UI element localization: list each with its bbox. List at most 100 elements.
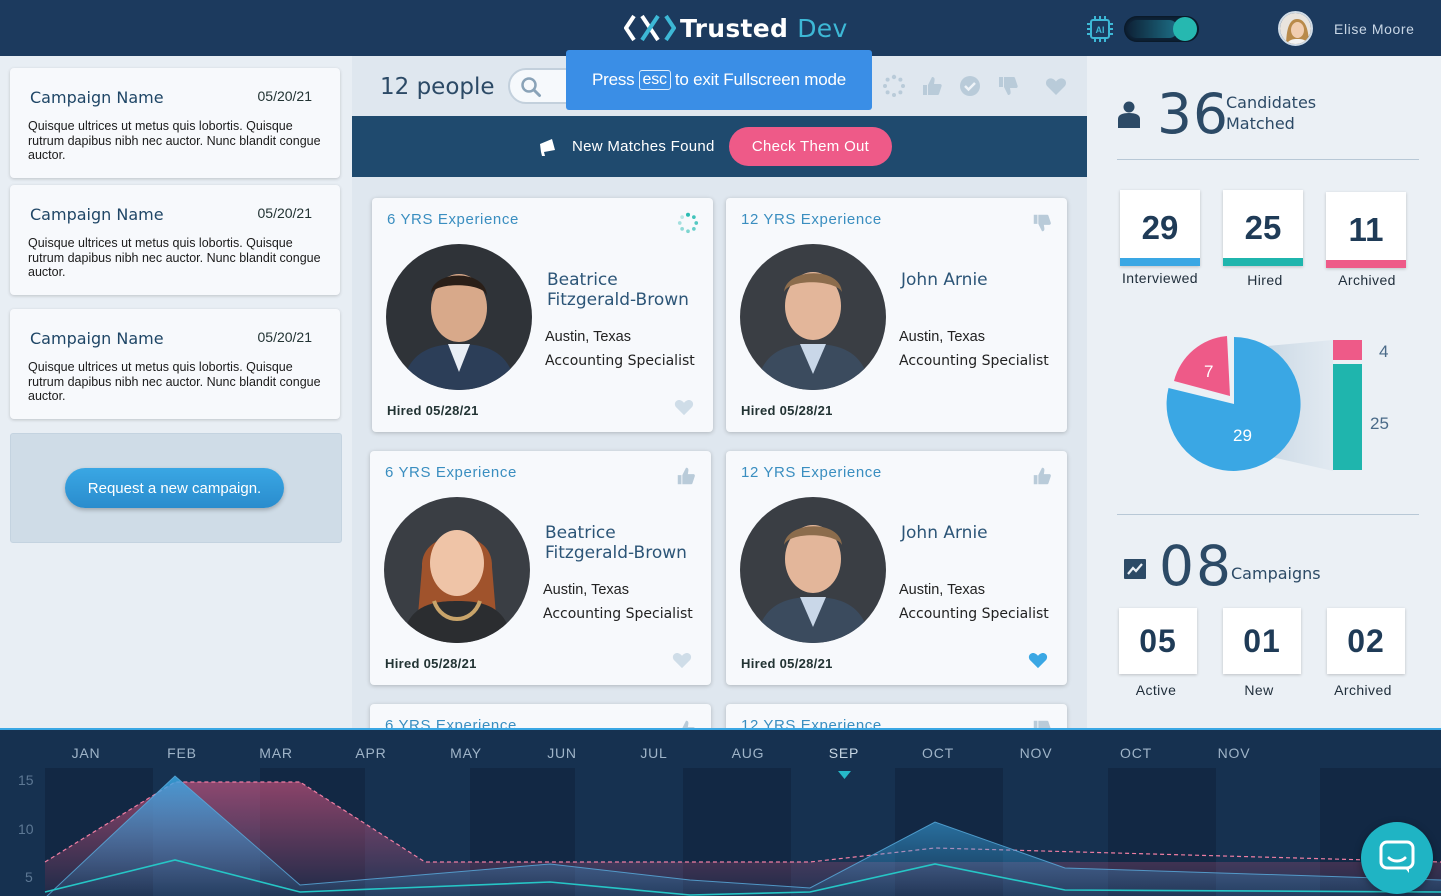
candidate-hired-date: Hired 05/28/21	[387, 403, 479, 418]
candidate-location: Austin, Texas	[543, 582, 629, 598]
thumbs-down-icon[interactable]	[1031, 718, 1053, 728]
thumbs-down-icon[interactable]	[996, 74, 1020, 98]
heart-icon[interactable]	[1027, 649, 1049, 669]
campaign-description: Quisque ultrices ut metus quis lobortis.…	[28, 360, 321, 403]
bar-segment-pink[interactable]	[1333, 340, 1362, 360]
candidate-photo	[384, 497, 530, 643]
pie-label-blue: 29	[1233, 426, 1252, 445]
campaign-kpi-new[interactable]: 01	[1223, 608, 1301, 674]
kpi-color-bar	[1223, 258, 1303, 266]
request-campaign-button[interactable]: Request a new campaign.	[65, 468, 284, 508]
month-label[interactable]: APR	[355, 745, 386, 761]
fullscreen-tip-prefix: Press	[592, 70, 635, 89]
user-name[interactable]: Elise Moore	[1334, 21, 1415, 37]
campaign-name: Campaign Name	[30, 88, 164, 107]
candidate-experience: 6 YRS Experience	[387, 211, 519, 228]
ai-chip-icon[interactable]: AI	[1086, 15, 1114, 43]
kpi-value: 11	[1348, 211, 1384, 248]
month-label[interactable]: JUN	[547, 745, 577, 761]
kpi-hired[interactable]: 25	[1223, 190, 1303, 266]
divider	[1117, 159, 1419, 160]
avatar-photo	[1280, 13, 1311, 44]
campaign-date: 05/20/21	[257, 205, 313, 221]
heart-icon[interactable]	[671, 649, 693, 669]
candidates-matched-label: Candidates Matched	[1226, 92, 1316, 134]
candidate-title: Accounting Specialist	[899, 606, 1049, 622]
pie-slice-pink[interactable]	[1174, 336, 1230, 396]
campaign-card[interactable]: Campaign Name 05/20/21 Quisque ultrices …	[10, 309, 340, 419]
month-label-selected[interactable]: SEP	[829, 745, 859, 761]
candidate-card[interactable]: 12 YRS Experience John Arnie Austin, Tex…	[726, 451, 1067, 685]
month-label[interactable]: NOV	[1020, 745, 1053, 761]
chat-button[interactable]	[1361, 822, 1433, 894]
timeline-chart: JAN FEB MAR APR MAY JUN JUL AUG SEP OCT …	[18, 745, 1441, 896]
bar-label-top: 4	[1379, 342, 1388, 361]
chat-icon	[1379, 840, 1415, 873]
candidate-name: Beatrice Fitzgerald-Brown	[547, 270, 689, 310]
kpi-label: Active	[1135, 682, 1177, 698]
kpi-value: 25	[1244, 209, 1282, 246]
campaign-card[interactable]: Campaign Name 05/20/21 Quisque ultrices …	[10, 68, 340, 178]
candidate-photo	[386, 244, 532, 390]
y-tick: 10	[18, 821, 34, 837]
campaigns-count: 08	[1159, 534, 1233, 598]
campaign-date: 05/20/21	[257, 329, 313, 345]
campaign-description: Quisque ultrices ut metus quis lobortis.…	[28, 119, 321, 162]
logo-word-dev: Dev	[797, 13, 848, 43]
thumbs-up-icon[interactable]	[1031, 465, 1053, 487]
candidate-hired-date: Hired 05/28/21	[741, 656, 833, 671]
campaign-description: Quisque ultrices ut metus quis lobortis.…	[28, 236, 321, 279]
candidate-experience: 6 YRS Experience	[385, 464, 517, 481]
campaign-kpi-active[interactable]: 05	[1119, 608, 1197, 674]
month-label[interactable]: FEB	[167, 745, 197, 761]
month-label[interactable]: OCT	[922, 745, 954, 761]
kpi-interviewed[interactable]: 29	[1120, 190, 1200, 266]
pie-label-pink: 7	[1204, 362, 1213, 381]
kpi-archived[interactable]: 11	[1326, 192, 1406, 268]
toggle-track	[1128, 20, 1178, 38]
loading-icon[interactable]	[677, 212, 699, 234]
thumbs-down-icon[interactable]	[1031, 212, 1053, 234]
heart-icon[interactable]	[673, 396, 695, 416]
ai-toggle[interactable]	[1124, 16, 1199, 42]
month-label[interactable]: AUG	[732, 745, 765, 761]
kpi-value: 01	[1243, 622, 1281, 659]
candidate-card[interactable]: 6 YRS Experience	[370, 704, 711, 728]
logo-text: Trusted Dev	[680, 14, 848, 43]
logo[interactable]: Trusted Dev	[624, 12, 848, 44]
thumbs-up-icon[interactable]	[675, 718, 697, 728]
campaign-card[interactable]: Campaign Name 05/20/21 Quisque ultrices …	[10, 185, 340, 295]
thumbs-up-icon[interactable]	[920, 74, 944, 98]
timeline-panel: JAN FEB MAR APR MAY JUN JUL AUG SEP OCT …	[0, 728, 1441, 896]
candidate-card[interactable]: 6 YRS Experience Beatrice Fitzgerald-Bro…	[372, 198, 713, 432]
check-them-out-button[interactable]: Check Them Out	[729, 127, 892, 166]
candidates-label-line1: Candidates	[1226, 93, 1317, 112]
check-circle-icon[interactable]	[958, 74, 982, 98]
candidate-location: Austin, Texas	[545, 329, 631, 345]
kpi-value: 29	[1141, 209, 1179, 246]
candidate-card[interactable]: 12 YRS Experience John Arnie Austin, Tex…	[726, 198, 1067, 432]
heart-icon[interactable]	[1044, 74, 1068, 98]
campaign-kpi-archived[interactable]: 02	[1327, 608, 1405, 674]
month-label[interactable]: JUL	[640, 745, 667, 761]
bar-segment-teal[interactable]	[1333, 364, 1362, 470]
bar-label-bottom: 25	[1370, 414, 1389, 433]
month-label[interactable]: MAY	[450, 745, 482, 761]
month-label[interactable]: JAN	[72, 745, 101, 761]
toggle-knob	[1173, 17, 1197, 41]
kpi-value: 02	[1347, 622, 1385, 659]
candidate-card[interactable]: 12 YRS Experience	[726, 704, 1067, 728]
candidate-experience: 12 YRS Experience	[741, 717, 882, 728]
campaigns-label: Campaigns	[1231, 564, 1321, 583]
candidate-card[interactable]: 6 YRS Experience Beatrice Fitzgerald-Bro…	[370, 451, 711, 685]
month-label[interactable]: MAR	[259, 745, 293, 761]
kpi-label: Hired	[1247, 272, 1283, 288]
logo-mark-icon	[624, 14, 676, 42]
candidate-title: Accounting Specialist	[545, 353, 695, 369]
thumbs-up-icon[interactable]	[675, 465, 697, 487]
month-label[interactable]: NOV	[1218, 745, 1251, 761]
month-label[interactable]: OCT	[1120, 745, 1152, 761]
loading-icon[interactable]	[882, 74, 906, 98]
kpi-color-bar	[1326, 260, 1406, 268]
avatar[interactable]	[1278, 11, 1313, 46]
